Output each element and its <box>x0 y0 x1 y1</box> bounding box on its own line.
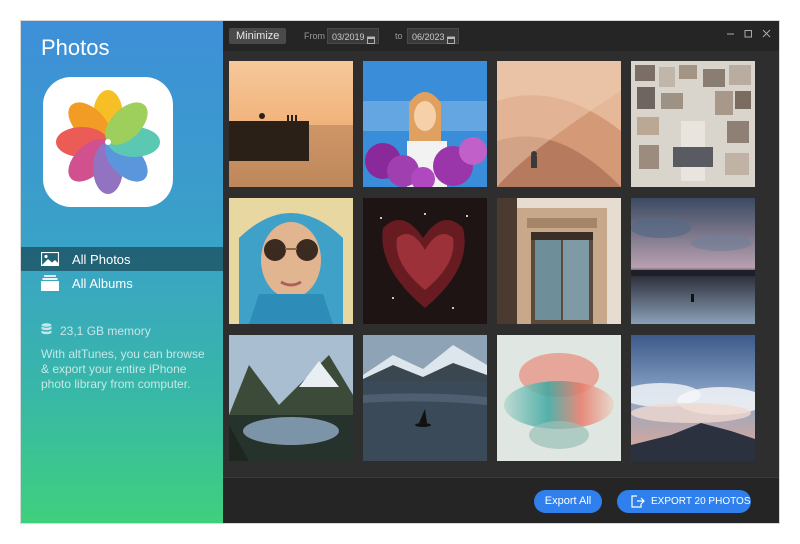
minimize-button[interactable]: Minimize <box>229 28 287 44</box>
main-panel: Minimize From 03/2019 to 06/2023 Export … <box>223 21 779 523</box>
sidebar-description: With altTunes, you can browse & export y… <box>41 347 205 391</box>
photo-tile[interactable] <box>363 335 487 461</box>
memory-text: 23,1 GB memory <box>60 323 151 338</box>
to-label: to <box>395 31 403 41</box>
photo-tile[interactable] <box>229 61 353 187</box>
calendar-icon <box>447 33 455 49</box>
window-maximize-icon[interactable] <box>744 28 753 42</box>
export-icon <box>631 495 645 508</box>
app-title: Photos <box>41 35 110 60</box>
nav-all-albums-label: All Albums <box>72 275 133 291</box>
window-minimize-icon[interactable] <box>726 28 735 42</box>
photo-tile[interactable] <box>631 61 755 187</box>
photo-tile[interactable] <box>497 198 621 324</box>
sidebar: Photos All Photos All Albums 23,1 GB mem… <box>21 21 223 523</box>
photo-tile[interactable] <box>363 61 487 187</box>
nav-all-albums[interactable]: All Albums <box>21 271 223 295</box>
to-date-value: 06/2023 <box>412 32 445 42</box>
photo-tile[interactable] <box>497 335 621 461</box>
photo-tile[interactable] <box>229 335 353 461</box>
database-icon <box>41 323 52 338</box>
photo-tile[interactable] <box>631 335 755 461</box>
from-label: From <box>304 31 325 41</box>
export-photos-button[interactable]: EXPORT 20 PHOTOS <box>617 490 751 513</box>
photo-tile[interactable] <box>229 198 353 324</box>
photo-tile[interactable] <box>497 61 621 187</box>
export-photos-label: EXPORT 20 PHOTOS <box>651 496 751 507</box>
image-icon <box>41 251 61 267</box>
to-date-field[interactable]: 06/2023 <box>407 28 459 44</box>
photos-app-icon <box>43 77 173 207</box>
from-date-field[interactable]: 03/2019 <box>327 28 379 44</box>
from-date-value: 03/2019 <box>332 32 365 42</box>
nav-all-photos-label: All Photos <box>72 251 131 267</box>
window-close-icon[interactable] <box>762 28 771 42</box>
app-window: Photos All Photos All Albums 23,1 GB mem… <box>21 21 779 523</box>
photo-tile[interactable] <box>363 198 487 324</box>
top-toolbar: Minimize From 03/2019 to 06/2023 <box>223 21 779 51</box>
album-icon <box>41 275 61 291</box>
bottom-toolbar: Export All EXPORT 20 PHOTOS <box>223 477 779 523</box>
nav-all-photos[interactable]: All Photos <box>21 247 223 271</box>
export-all-button[interactable]: Export All <box>534 490 602 513</box>
memory-info: 23,1 GB memory <box>41 323 151 338</box>
calendar-icon <box>367 33 375 49</box>
photo-tile[interactable] <box>631 198 755 324</box>
